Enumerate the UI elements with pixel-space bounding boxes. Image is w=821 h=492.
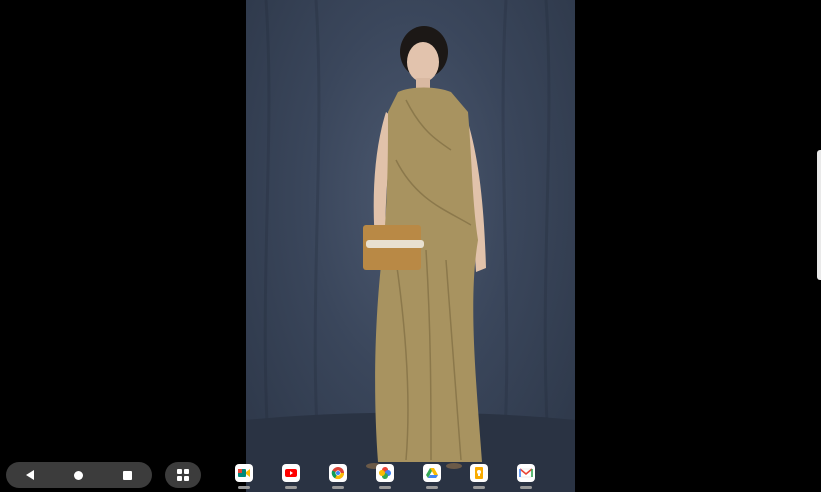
- google-meet-icon: [238, 469, 250, 477]
- home-button[interactable]: [59, 462, 99, 488]
- youtube-icon: [285, 469, 297, 477]
- overview-square-icon: [123, 470, 133, 480]
- back-button[interactable]: [10, 462, 50, 488]
- keep-app[interactable]: [470, 464, 488, 489]
- drive-app[interactable]: [423, 464, 441, 489]
- keep-icon: [475, 467, 483, 479]
- app-grid-icon: [177, 469, 189, 481]
- home-circle-icon: [74, 470, 84, 480]
- photos-icon: [379, 467, 391, 479]
- app-shelf: [220, 458, 580, 492]
- overview-button[interactable]: [108, 462, 148, 488]
- google-meet-app[interactable]: [235, 464, 253, 489]
- back-triangle-icon: [26, 470, 35, 480]
- photo-illustration: [246, 0, 575, 492]
- edge-panel-handle[interactable]: [817, 150, 821, 280]
- gmail-app[interactable]: [517, 464, 535, 489]
- image-viewer: [0, 0, 821, 492]
- youtube-app[interactable]: [282, 464, 300, 489]
- drive-icon: [426, 468, 438, 478]
- chrome-icon: [331, 467, 344, 480]
- app-launcher-button[interactable]: [165, 462, 201, 488]
- navigation-bar: [6, 462, 152, 488]
- chrome-app[interactable]: [329, 464, 347, 489]
- gmail-icon: [519, 468, 533, 478]
- fashion-photo: [246, 0, 575, 492]
- photos-app[interactable]: [376, 464, 394, 489]
